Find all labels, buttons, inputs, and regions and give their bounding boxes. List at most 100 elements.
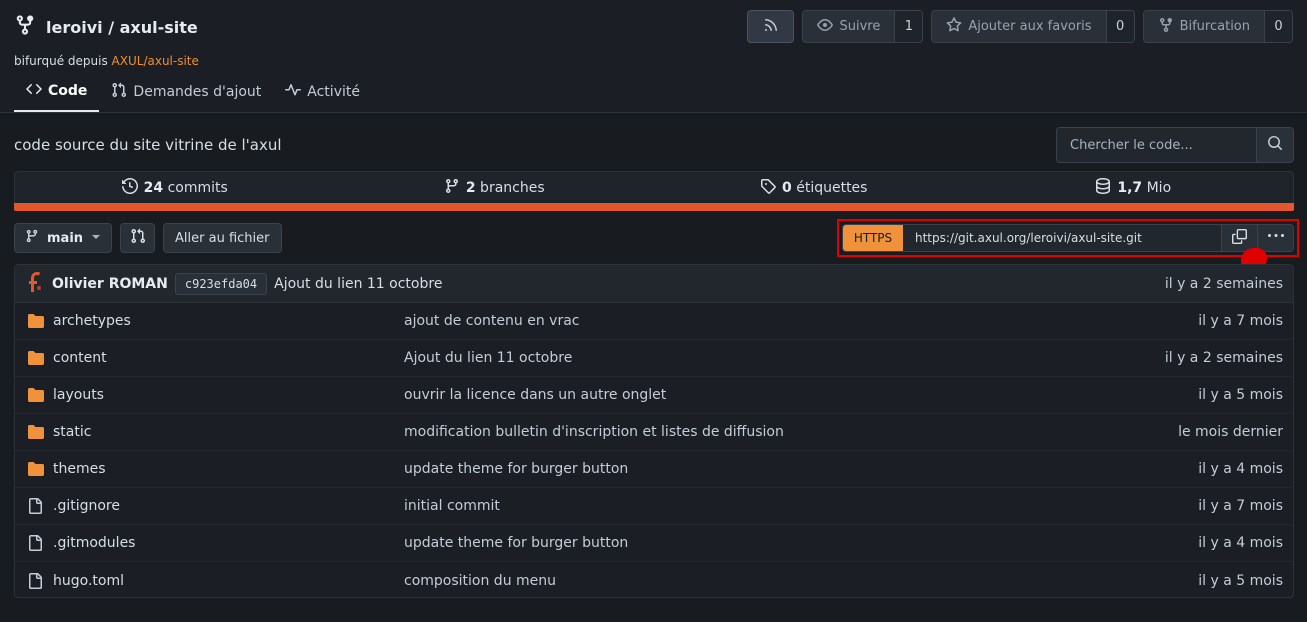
file-icon <box>27 498 47 514</box>
fork-source-link[interactable]: AXUL/axul-site <box>112 54 199 68</box>
file-time: il y a 4 mois <box>1198 461 1283 477</box>
branch-selector[interactable]: main <box>14 223 113 253</box>
stat-size-value: 1,7 <box>1117 180 1143 196</box>
fork-note: bifurqué depuis AXUL/axul-site <box>14 54 199 68</box>
watch-count[interactable]: 1 <box>894 11 923 42</box>
file-name[interactable]: archetypes <box>53 313 404 329</box>
fork-button[interactable]: Bifurcation <box>1143 11 1264 42</box>
caret-down-icon <box>91 231 101 246</box>
star-button[interactable]: Ajouter aux favoris <box>932 11 1106 42</box>
pull-request-icon <box>111 82 127 102</box>
table-row: archetypes ajout de contenu en vrac il y… <box>15 303 1293 340</box>
watch-group: Suivre 1 <box>802 10 924 43</box>
repo-title: leroivi / axul-site <box>46 18 198 37</box>
repo-header: leroivi / axul-site bifurqué depuis AXUL… <box>0 0 1307 113</box>
folder-icon <box>27 387 47 403</box>
rss-button[interactable] <box>747 10 795 43</box>
table-row: static modification bulletin d'inscripti… <box>15 414 1293 451</box>
file-time: il y a 7 mois <box>1198 498 1283 514</box>
fork-count[interactable]: 0 <box>1264 11 1292 42</box>
fork-note-prefix: bifurqué depuis <box>14 54 112 68</box>
language-bar[interactable] <box>14 203 1294 211</box>
repo-actions: Suivre 1 Ajouter aux favoris 0 Bifurcati… <box>747 10 1293 43</box>
file-commit-message[interactable]: update theme for burger button <box>404 535 1198 551</box>
file-commit-message[interactable]: initial commit <box>404 498 1198 514</box>
copy-icon <box>1232 228 1247 248</box>
clone-panel-highlight: HTTPS https://git.axul.org/leroivi/axul-… <box>837 219 1299 257</box>
file-name[interactable]: themes <box>53 461 404 477</box>
file-commit-message[interactable]: update theme for burger button <box>404 461 1198 477</box>
more-options-button[interactable] <box>1257 225 1293 251</box>
clone-url-field[interactable]: https://git.axul.org/leroivi/axul-site.g… <box>903 225 1221 251</box>
file-name[interactable]: layouts <box>53 387 404 403</box>
code-search-input[interactable] <box>1057 128 1256 162</box>
code-search-button[interactable] <box>1256 128 1293 162</box>
repo-link[interactable]: axul-site <box>120 18 198 37</box>
commit-sha[interactable]: c923efda04 <box>174 272 268 295</box>
folder-icon <box>27 350 47 366</box>
tab-pull-requests-label: Demandes d'ajout <box>133 84 262 100</box>
stat-tags[interactable]: 0 étiquettes <box>654 172 974 204</box>
file-name[interactable]: content <box>53 350 404 366</box>
database-icon <box>1095 178 1111 198</box>
table-row: .gitignore initial commit il y a 7 mois <box>15 488 1293 525</box>
commit-author[interactable]: Olivier ROMAN <box>52 276 168 292</box>
tab-pull-requests[interactable]: Demandes d'ajout <box>99 72 273 112</box>
author-avatar[interactable] <box>25 271 45 297</box>
tab-code[interactable]: Code <box>14 72 100 112</box>
stat-commits-value: 24 <box>143 180 164 196</box>
title-separator: / <box>102 17 120 37</box>
file-name[interactable]: static <box>53 424 404 440</box>
watch-button[interactable]: Suivre <box>803 11 895 42</box>
star-group: Ajouter aux favoris 0 <box>931 10 1135 43</box>
file-name[interactable]: hugo.toml <box>53 573 404 589</box>
file-commit-message[interactable]: composition du menu <box>404 573 1198 589</box>
file-time: il y a 5 mois <box>1198 387 1283 403</box>
stat-tags-value: 0 <box>782 180 792 196</box>
commit-message[interactable]: Ajout du lien 11 octobre <box>274 276 442 292</box>
file-icon <box>27 572 47 589</box>
latest-commit-bar: Olivier ROMAN c923efda04 Ajout du lien 1… <box>15 265 1293 303</box>
file-time: il y a 2 semaines <box>1164 350 1283 366</box>
code-icon <box>26 81 42 101</box>
repo-title-row: leroivi / axul-site <box>14 14 198 40</box>
fork-label: Bifurcation <box>1179 19 1250 34</box>
stat-branches-label: branches <box>475 180 545 196</box>
file-name[interactable]: .gitignore <box>53 498 404 514</box>
stat-branches-value: 2 <box>465 180 476 196</box>
branch-icon <box>25 229 39 247</box>
table-row: content Ajout du lien 11 octobre il y a … <box>15 340 1293 377</box>
file-commit-message[interactable]: Ajout du lien 11 octobre <box>404 350 1165 366</box>
star-label: Ajouter aux favoris <box>968 19 1092 34</box>
watch-label: Suivre <box>839 19 881 34</box>
go-to-file-button[interactable]: Aller au fichier <box>163 223 282 253</box>
eye-icon <box>817 17 834 37</box>
branch-name: main <box>47 230 84 246</box>
compare-button[interactable] <box>120 223 156 253</box>
stat-commits-label: commits <box>163 180 228 196</box>
file-name[interactable]: .gitmodules <box>53 535 404 551</box>
tab-activity[interactable]: Activité <box>273 72 372 112</box>
file-table: Olivier ROMAN c923efda04 Ajout du lien 1… <box>14 264 1294 598</box>
star-count[interactable]: 0 <box>1105 11 1134 42</box>
file-commit-message[interactable]: ouvrir la licence dans un autre onglet <box>404 387 1198 403</box>
table-row: themes update theme for burger button il… <box>15 451 1293 488</box>
file-icon <box>27 535 47 551</box>
stat-commits[interactable]: 24 commits <box>15 172 335 204</box>
stat-branches[interactable]: 2 branches <box>335 172 655 204</box>
file-time: il y a 5 mois <box>1198 572 1283 589</box>
file-time: il y a 4 mois <box>1198 535 1283 551</box>
file-commit-message[interactable]: ajout de contenu en vrac <box>404 313 1198 329</box>
clone-protocol-button[interactable]: HTTPS <box>843 225 903 251</box>
commit-time: il y a 2 semaines <box>1164 275 1283 292</box>
stat-size-label: Mio <box>1142 180 1172 196</box>
table-row: .gitmodules update theme for burger butt… <box>15 525 1293 562</box>
file-commit-message[interactable]: modification bulletin d'inscription et l… <box>404 424 1178 440</box>
repo-tabs: Code Demandes d'ajout Activité <box>14 72 372 112</box>
fork-small-icon <box>1158 17 1174 37</box>
repo-description: code source du site vitrine de l'axul <box>14 136 282 154</box>
folder-icon <box>27 313 47 329</box>
owner-link[interactable]: leroivi <box>46 18 103 37</box>
search-icon <box>1267 135 1283 155</box>
star-icon <box>946 16 962 37</box>
